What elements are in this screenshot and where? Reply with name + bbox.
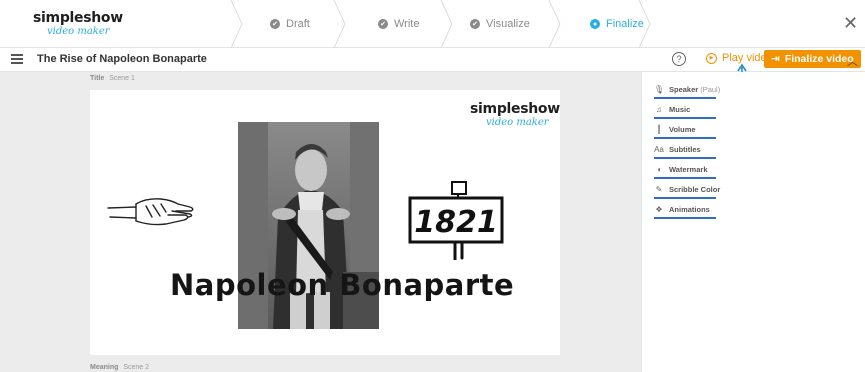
watermark-logo: simpleshow video maker	[470, 101, 560, 129]
property-underline	[654, 137, 716, 139]
property-label: Watermark	[669, 164, 708, 174]
step-label: Visualize	[486, 18, 530, 30]
scene-preview[interactable]: simpleshow video maker 1821 Napoleon Bon…	[90, 90, 560, 355]
property-label: Music	[669, 104, 691, 114]
animations-icon: ❖	[655, 204, 663, 214]
property-underline	[654, 97, 716, 99]
logo-sub-text: video maker	[47, 26, 110, 37]
play-icon: ▶	[706, 52, 717, 64]
pen-icon: ✎	[655, 184, 663, 194]
step-draft[interactable]: ✔ Draft	[270, 0, 310, 48]
property-underline	[654, 197, 716, 199]
scene-number: Scene 1	[109, 75, 135, 82]
property-subtitles[interactable]: Aa Subtitles	[654, 140, 716, 159]
scene-label: Title Scene 1	[90, 75, 135, 82]
microphone-icon: 🎙	[654, 84, 665, 94]
step-finalize[interactable]: ● Finalize	[590, 0, 644, 48]
volume-bars-icon: ┃	[656, 124, 662, 134]
property-label: Volume	[669, 124, 696, 134]
hamburger-menu-icon[interactable]	[11, 54, 23, 64]
property-volume[interactable]: ┃ Volume	[654, 120, 716, 139]
subtitles-icon: Aa	[654, 144, 664, 154]
step-separator	[230, 0, 244, 48]
property-music[interactable]: ♫ Music	[654, 100, 716, 119]
finalize-video-label: Finalize video	[784, 53, 854, 65]
project-title: The Rise of Napoleon Bonaparte	[37, 53, 207, 65]
step-write[interactable]: ✔ Write	[378, 0, 419, 48]
finalize-icon: ⇥	[771, 53, 780, 65]
property-label: Animations	[669, 204, 710, 214]
property-underline	[654, 157, 716, 159]
close-icon[interactable]: ✕	[843, 14, 858, 32]
property-watermark[interactable]: ◖ Watermark	[654, 160, 716, 179]
scene-caption[interactable]: Napoleon Bonaparte	[170, 268, 514, 302]
scene-canvas-area: Title Scene 1 simpleshow video maker 182…	[0, 72, 641, 372]
property-label: Scribble Color	[669, 184, 721, 194]
help-icon[interactable]: ?	[672, 52, 686, 66]
app-logo: simpleshow video maker	[33, 10, 123, 38]
property-animations[interactable]: ❖ Animations	[654, 200, 716, 219]
property-extra: (Paul)	[700, 84, 721, 94]
chevron-up-icon[interactable]: ︿	[847, 53, 858, 69]
info-dot-icon: ●	[590, 19, 600, 29]
music-note-icon: ♫	[656, 104, 662, 114]
property-underline	[654, 117, 716, 119]
logo-main-text: simpleshow	[470, 101, 560, 117]
hand-drawing[interactable]	[106, 190, 196, 235]
step-label: Write	[394, 18, 420, 30]
watermark-icon: ◖	[656, 164, 662, 174]
property-underline	[654, 177, 716, 179]
scene-title: Title	[90, 75, 105, 82]
year-text: 1821	[414, 205, 498, 240]
property-scribble-color[interactable]: ✎ Scribble Color	[654, 180, 721, 199]
scene-title: Meaning	[90, 364, 119, 371]
scene-number: Scene 2	[123, 364, 150, 371]
step-separator	[638, 0, 652, 48]
properties-panel: 🎙 Speaker (Paul) ♫ Music ┃ Volume Aa Sub…	[641, 72, 865, 372]
year-sign[interactable]: 1821	[406, 180, 506, 265]
step-separator	[548, 0, 562, 48]
top-bar: simpleshow video maker ✔ Draft ✔ Write ✔…	[0, 0, 865, 48]
step-visualize[interactable]: ✔ Visualize	[470, 0, 530, 48]
project-toolbar: The Rise of Napoleon Bonaparte ? ▶ Play …	[0, 48, 865, 72]
step-separator	[440, 0, 454, 48]
logo-sub-text: video maker	[486, 117, 549, 128]
step-label: Draft	[286, 18, 310, 30]
property-underline	[654, 217, 716, 219]
property-label: Subtitles	[669, 144, 701, 154]
property-label: Speaker	[669, 84, 699, 94]
check-icon: ✔	[270, 19, 280, 29]
check-icon: ✔	[378, 19, 388, 29]
scene-label: Meaning Scene 2	[90, 364, 149, 371]
step-separator	[333, 0, 347, 48]
property-speaker[interactable]: 🎙 Speaker (Paul)	[654, 80, 721, 99]
workflow-steps: ✔ Draft ✔ Write ✔ Visualize ● Finalize	[230, 0, 652, 48]
check-icon: ✔	[470, 19, 480, 29]
logo-main-text: simpleshow	[33, 10, 123, 26]
